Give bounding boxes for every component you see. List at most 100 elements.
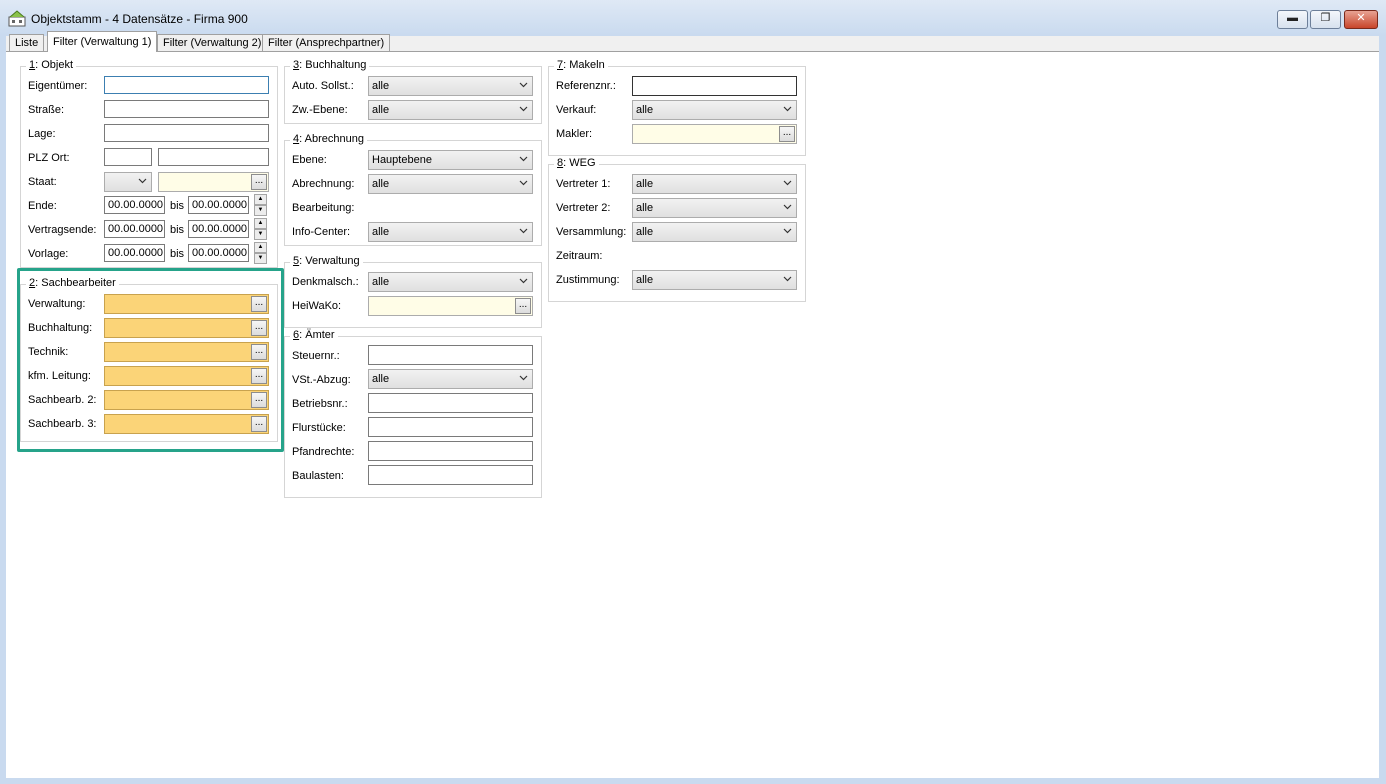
label-staat: Staat: (28, 176, 57, 188)
label-bis: bis (170, 224, 185, 236)
label-auto-sollst: Auto. Sollst.: (292, 80, 354, 92)
ebene-select[interactable]: Hauptebene (368, 150, 533, 170)
label-bis: bis (170, 200, 185, 212)
label-versammlung: Versammlung: (556, 226, 627, 238)
group-verwaltung-title: 5: Verwaltung (290, 255, 363, 267)
label-betriebsnr: Betriebsnr.: (292, 398, 348, 410)
auto-sollst-select[interactable]: alle (368, 76, 533, 96)
label-vertreter-1: Vertreter 1: (556, 178, 611, 190)
label-vst-abzug: VSt.-Abzug: (292, 374, 351, 386)
versammlung-select[interactable]: alle (632, 222, 797, 242)
heiwako-picker[interactable]: ... (368, 296, 533, 316)
tab-filter-verwaltung-1[interactable]: Filter (Verwaltung 1) (47, 31, 158, 52)
chevron-down-icon (519, 375, 528, 381)
group-makeln-title: 7: Makeln (554, 59, 608, 71)
maximize-button[interactable]: ❐ (1310, 10, 1341, 29)
betriebsnr-input[interactable] (368, 393, 533, 413)
vertreter-2-value: alle (636, 202, 654, 214)
spin-up-icon[interactable]: ▲ (254, 218, 267, 229)
lage-input[interactable] (104, 124, 269, 142)
vertreter-1-value: alle (636, 178, 654, 190)
staat-picker[interactable]: ... (158, 172, 269, 192)
spin-up-icon[interactable]: ▲ (254, 242, 267, 253)
info-center-value: alle (372, 226, 390, 238)
label-zeitraum: Zeitraum: (556, 250, 603, 262)
tab-liste[interactable]: Liste (9, 34, 45, 51)
label-denkmalsch: Denkmalsch.: (292, 276, 359, 288)
zw-ebene-value: alle (372, 104, 390, 116)
spin-down-icon[interactable]: ▼ (254, 253, 267, 264)
tab-filter-verwaltung-2[interactable]: Filter (Verwaltung 2) (157, 34, 268, 51)
vertragsende-to-input[interactable]: 00.00.0000 (188, 220, 249, 238)
minimize-button[interactable]: ▬ (1277, 10, 1308, 29)
referenznr-input[interactable] (632, 76, 797, 96)
vertreter-1-select[interactable]: alle (632, 174, 797, 194)
denkmalsch-value: alle (372, 276, 390, 288)
ende-to-input[interactable]: 00.00.0000 (188, 196, 249, 214)
ende-from-input[interactable]: 00.00.0000 (104, 196, 165, 214)
flurstuecke-input[interactable] (368, 417, 533, 437)
makler-browse-button[interactable]: ... (779, 126, 795, 142)
vorlage-to-input[interactable]: 00.00.0000 (188, 244, 249, 262)
window-frame-right (1379, 36, 1386, 784)
label-referenznr: Referenznr.: (556, 80, 616, 92)
group-objekt-title: 1: Objekt (26, 59, 77, 71)
chevron-down-icon (519, 156, 528, 162)
label-bis: bis (170, 248, 185, 260)
chevron-down-icon (783, 204, 792, 210)
eigentuemer-input[interactable] (104, 76, 269, 94)
versammlung-value: alle (636, 226, 654, 238)
vertragsende-from-input[interactable]: 00.00.0000 (104, 220, 165, 238)
label-flurstuecke: Flurstücke: (292, 422, 346, 434)
label-bearbeitung: Bearbeitung: (292, 202, 355, 214)
chevron-down-icon (519, 278, 528, 284)
abrechnung-value: alle (372, 178, 390, 190)
denkmalsch-select[interactable]: alle (368, 272, 533, 292)
chevron-down-icon (783, 106, 792, 112)
auto-sollst-value: alle (372, 80, 390, 92)
group-abrechnung-title: 4: Abrechnung (290, 133, 367, 145)
label-abrechnung: Abrechnung: (292, 178, 355, 190)
label-heiwako: HeiWaKo: (292, 300, 342, 312)
baulasten-input[interactable] (368, 465, 533, 485)
highlight-frame (17, 268, 284, 452)
makler-picker[interactable]: ... (632, 124, 797, 144)
plz-input[interactable] (104, 148, 152, 166)
abrechnung-select[interactable]: alle (368, 174, 533, 194)
app-icon (8, 10, 26, 27)
vorlage-spinner[interactable]: ▲ ▼ (254, 242, 267, 264)
staat-browse-button[interactable]: ... (251, 174, 267, 190)
spin-down-icon[interactable]: ▼ (254, 205, 267, 216)
zustimmung-select[interactable]: alle (632, 270, 797, 290)
vorlage-from-input[interactable]: 00.00.0000 (104, 244, 165, 262)
info-center-select[interactable]: alle (368, 222, 533, 242)
label-eigentuemer: Eigentümer: (28, 80, 88, 92)
window-title: Objektstamm - 4 Datensätze - Firma 900 (31, 12, 248, 26)
tab-filter-ansprechpartner[interactable]: Filter (Ansprechpartner) (262, 34, 391, 51)
spin-down-icon[interactable]: ▼ (254, 229, 267, 240)
zw-ebene-select[interactable]: alle (368, 100, 533, 120)
pfandrechte-input[interactable] (368, 441, 533, 461)
vertragsende-spinner[interactable]: ▲ ▼ (254, 218, 267, 240)
strasse-input[interactable] (104, 100, 269, 118)
label-zw-ebene: Zw.-Ebene: (292, 104, 348, 116)
vst-abzug-select[interactable]: alle (368, 369, 533, 389)
label-steuernr: Steuernr.: (292, 350, 340, 362)
steuernr-input[interactable] (368, 345, 533, 365)
verkauf-select[interactable]: alle (632, 100, 797, 120)
spin-up-icon[interactable]: ▲ (254, 194, 267, 205)
label-plz-ort: PLZ Ort: (28, 152, 70, 164)
ende-spinner[interactable]: ▲ ▼ (254, 194, 267, 216)
vertreter-2-select[interactable]: alle (632, 198, 797, 218)
ort-input[interactable] (158, 148, 269, 166)
title-bar[interactable]: Objektstamm - 4 Datensätze - Firma 900 ▬… (0, 0, 1386, 37)
heiwako-browse-button[interactable]: ... (515, 298, 531, 314)
staat-select[interactable] (104, 172, 152, 192)
chevron-down-icon (519, 228, 528, 234)
chevron-down-icon (783, 276, 792, 282)
label-zustimmung: Zustimmung: (556, 274, 620, 286)
label-lage: Lage: (28, 128, 56, 140)
label-strasse: Straße: (28, 104, 65, 116)
close-button[interactable]: ✕ (1344, 10, 1378, 29)
ebene-value: Hauptebene (372, 154, 432, 166)
